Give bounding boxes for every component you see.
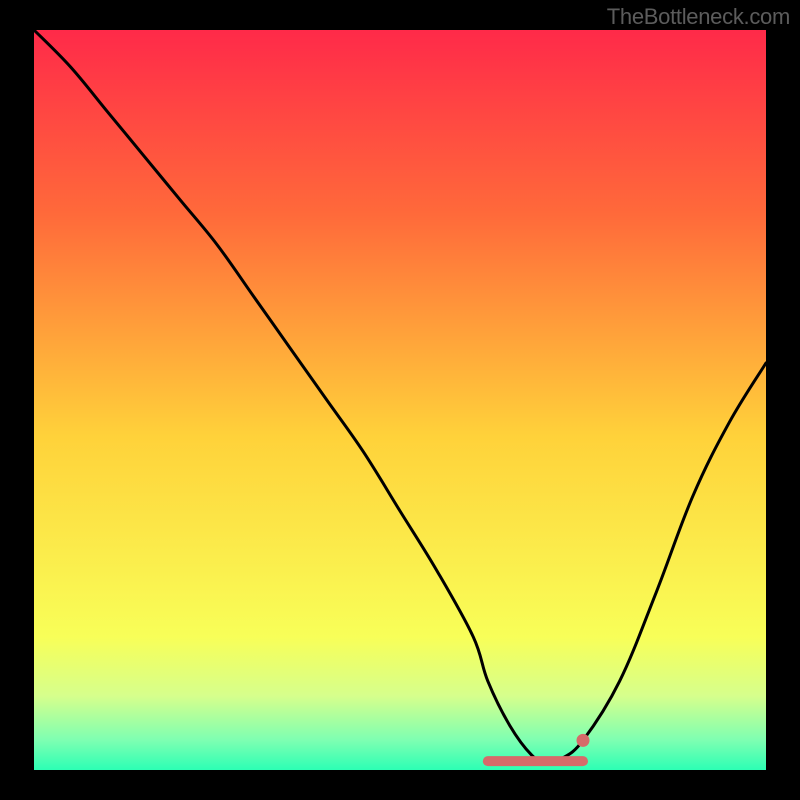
optimal-point-marker	[577, 734, 590, 747]
plot-background	[34, 30, 766, 770]
chart-container: TheBottleneck.com	[0, 0, 800, 800]
bottleneck-chart	[0, 0, 800, 800]
watermark-text: TheBottleneck.com	[607, 4, 790, 30]
